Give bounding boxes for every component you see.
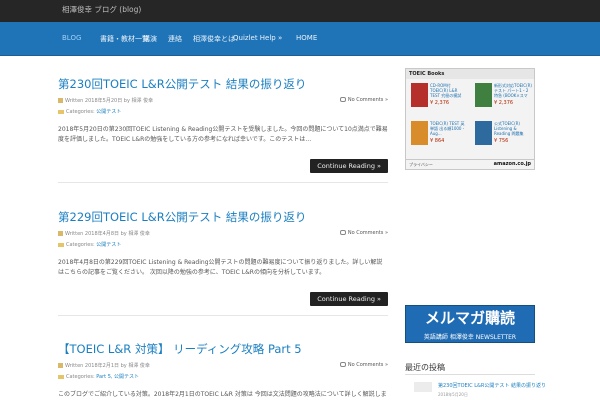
book-cover <box>475 83 492 107</box>
post-meta: Written 2018年5月20日 by 相澤 俊幸 No Comments … <box>58 97 388 105</box>
comments-label: No Comments » <box>347 230 388 236</box>
book-price: ¥ 864 <box>430 138 445 144</box>
widget-footer: プライバシー amazon.co.jp <box>406 159 534 169</box>
post-actions: Continue Reading » <box>58 159 388 173</box>
book-item[interactable]: 公式TOEIC(R) Listening & Reading 問題集 ¥ 756 <box>472 119 532 147</box>
book-item[interactable]: 新形式対応TOEIC(R) テスト パート1・2特急 (BOOK×スマホ) ¥ … <box>472 81 532 109</box>
post-actions: Continue Reading » <box>58 292 388 306</box>
post-meta: Written 2018年4月8日 by 相澤 俊幸 No Comments » <box>58 230 388 238</box>
post-3: 【TOEIC L&R 対策】 リーディング攻略 Part 5 Written 2… <box>58 341 388 400</box>
nav-contact[interactable]: 連絡 <box>168 34 182 44</box>
post-byline: Written 2018年2月1日 by 相澤 俊幸 <box>65 363 150 369</box>
post-title[interactable]: 【TOEIC L&R 対策】 リーディング攻略 Part 5 <box>58 341 388 357</box>
post-title[interactable]: 第229回TOEIC L&R公開テスト 結果の振り返り <box>58 209 388 225</box>
comments-label: No Comments » <box>347 97 388 103</box>
nav-blog[interactable]: BLOG <box>62 34 81 42</box>
post-2: 第229回TOEIC L&R公開テスト 結果の振り返り Written 2018… <box>58 209 388 316</box>
amazon-logo[interactable]: amazon.co.jp <box>494 161 531 167</box>
nav-quizlet-help[interactable]: Quizlet Help » <box>233 34 282 42</box>
main-nav: BLOG 書籍・教材一覧 講演 連絡 相澤俊幸とは Quizlet Help »… <box>0 22 600 56</box>
categories-label: Categories: <box>66 242 95 248</box>
post-meta: Written 2018年2月1日 by 相澤 俊幸 No Comments » <box>58 362 388 370</box>
book-price: ¥ 756 <box>494 138 509 144</box>
book-item[interactable]: CD-ROM付 TOEIC(R) L&R TEST 究極の模試600問 ¥ 2,… <box>408 81 468 109</box>
book-title: CD-ROM付 TOEIC(R) L&R TEST 究極の模試600問 <box>430 83 462 98</box>
category-link[interactable]: Part 5, 公開テスト <box>96 374 139 380</box>
post-categories: Categories: 公開テスト <box>58 108 388 115</box>
book-title: TOEIC(R) TEST 英単語 出る順1000 - Aug... <box>430 121 465 136</box>
post-excerpt: 2018年5月20日の第230回TOEIC Listening & Readin… <box>58 126 388 143</box>
category-link[interactable]: 公開テスト <box>96 242 121 248</box>
pencil-icon <box>58 231 63 236</box>
top-bar: 相澤俊幸 ブログ (blog) <box>0 0 600 22</box>
recent-posts-divider <box>405 374 535 375</box>
categories-label: Categories: <box>66 374 95 380</box>
book-price: ¥ 2,376 <box>494 100 514 106</box>
comments-label: No Comments » <box>347 362 388 368</box>
post-excerpt: このブログでご紹介している対策。2018年2月1日のTOEIC L&R 対策は … <box>58 391 387 398</box>
book-cover <box>411 83 428 107</box>
post-1: 第230回TOEIC L&R公開テスト 結果の振り返り Written 2018… <box>58 76 388 183</box>
banner-heading: メルマガ購読 <box>424 309 515 327</box>
post-divider <box>58 315 388 316</box>
book-cover <box>475 121 492 145</box>
nav-home[interactable]: HOME <box>296 34 317 42</box>
book-price: ¥ 2,376 <box>430 100 450 106</box>
nav-lectures[interactable]: 講演 <box>143 34 157 44</box>
book-title: 公式TOEIC(R) Listening & Reading 問題集 <box>494 121 524 136</box>
comment-bubble-icon <box>339 362 346 367</box>
pencil-icon <box>58 363 63 368</box>
recent-post-date: 2018年5月20日 <box>438 392 468 397</box>
banner-subtitle: 英語講師 相澤俊幸 NEWSLETTER <box>423 334 517 341</box>
comments-link[interactable]: No Comments » <box>339 362 388 368</box>
post-divider <box>58 182 388 183</box>
book-title: 新形式対応TOEIC(R) テスト パート1・2特急 (BOOK×スマホ) <box>494 83 532 98</box>
comment-bubble-icon <box>339 97 346 102</box>
post-excerpt: 2018年4月8日の第229回TOEIC Listening & Reading… <box>58 259 383 276</box>
folder-icon <box>58 375 64 379</box>
nav-books[interactable]: 書籍・教材一覧 <box>100 34 149 44</box>
continue-reading-button[interactable]: Continue Reading » <box>310 159 388 173</box>
post-byline: Written 2018年4月8日 by 相澤 俊幸 <box>65 231 150 237</box>
comments-link[interactable]: No Comments » <box>339 230 388 236</box>
comment-bubble-icon <box>339 230 346 235</box>
post-title[interactable]: 第230回TOEIC L&R公開テスト 結果の振り返り <box>58 76 388 92</box>
recent-post-link[interactable]: 第230回TOEIC L&R公開テスト 結果の振り返り <box>438 382 546 389</box>
pencil-icon <box>58 98 63 103</box>
newsletter-banner[interactable]: メルマガ購読 英語講師 相澤俊幸 NEWSLETTER <box>405 305 535 343</box>
category-link[interactable]: 公開テスト <box>96 109 121 115</box>
post-byline: Written 2018年5月20日 by 相澤 俊幸 <box>65 98 154 104</box>
post-categories: Categories: Part 5, 公開テスト <box>58 373 388 380</box>
folder-icon <box>58 243 64 247</box>
toeic-books-widget: TOEIC Books CD-ROM付 TOEIC(R) L&R TEST 究極… <box>405 68 535 170</box>
folder-icon <box>58 110 64 114</box>
nav-about[interactable]: 相澤俊幸とは <box>193 34 235 44</box>
privacy-link[interactable]: プライバシー <box>409 162 433 167</box>
recent-posts-heading: 最近の投稿 <box>405 363 445 372</box>
widget-title: TOEIC Books <box>406 69 534 79</box>
site-title[interactable]: 相澤俊幸 ブログ (blog) <box>62 4 141 15</box>
post-categories: Categories: 公開テスト <box>58 241 388 248</box>
recent-post-thumbnail[interactable] <box>414 382 432 392</box>
categories-label: Categories: <box>66 109 95 115</box>
continue-reading-button[interactable]: Continue Reading » <box>310 292 388 306</box>
comments-link[interactable]: No Comments » <box>339 97 388 103</box>
book-item[interactable]: TOEIC(R) TEST 英単語 出る順1000 - Aug... ¥ 864 <box>408 119 468 147</box>
book-cover <box>411 121 428 145</box>
